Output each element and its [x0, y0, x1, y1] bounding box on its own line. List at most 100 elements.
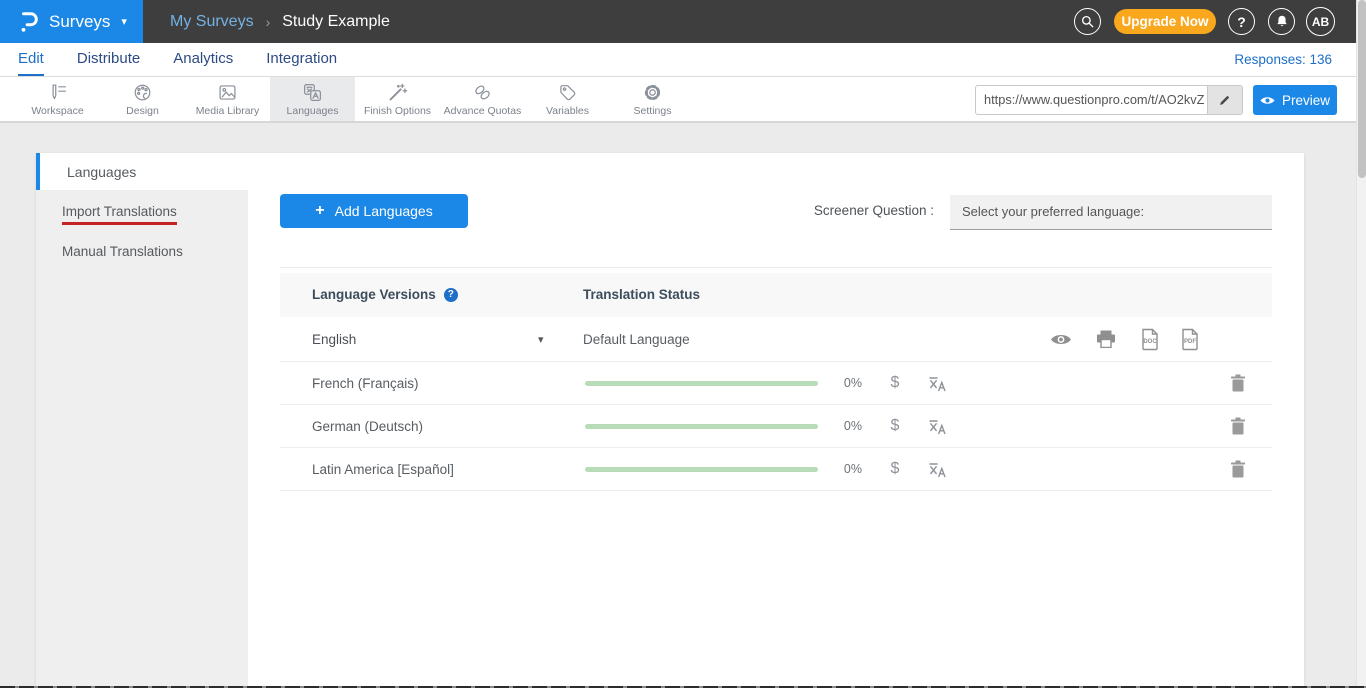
delete-language-button[interactable]	[1230, 362, 1248, 404]
svg-text:DOC: DOC	[1143, 339, 1157, 345]
sidebar-item-import-translations[interactable]: Import Translations	[62, 204, 177, 225]
pencil-icon	[1218, 93, 1232, 107]
toolbar-item-languages[interactable]: Languages	[270, 77, 355, 121]
breadcrumb: My Surveys › Study Example	[170, 0, 390, 43]
language-name: English	[312, 317, 356, 361]
paid-translation-icon[interactable]: $	[886, 448, 904, 490]
edit-url-button[interactable]	[1207, 86, 1242, 114]
questionpro-app: Surveys ▾ My Surveys › Study Example Upg…	[0, 0, 1366, 688]
tab-integration[interactable]: Integration	[266, 43, 337, 76]
sidebar-item-languages[interactable]: Languages	[36, 153, 248, 190]
table-row-default-language: English ▾ Default Language	[280, 317, 1272, 362]
avatar[interactable]: AB	[1306, 7, 1335, 36]
toolbar-label: Advance Quotas	[444, 105, 522, 117]
tab-distribute[interactable]: Distribute	[77, 43, 140, 76]
pdf-file-icon: PDF	[1180, 328, 1200, 351]
delete-language-button[interactable]	[1230, 448, 1248, 490]
add-languages-button[interactable]: + Add Languages	[280, 194, 468, 228]
download-pdf-button[interactable]: PDF	[1180, 317, 1200, 361]
translation-progress-bar	[585, 381, 818, 386]
paid-translation-icon[interactable]: $	[886, 405, 904, 447]
toolbar-label: Design	[126, 105, 159, 117]
language-name: German (Deutsch)	[312, 405, 423, 447]
delete-language-button[interactable]	[1230, 405, 1248, 447]
toolbar-item-media-library[interactable]: Media Library	[185, 77, 270, 121]
language-name: Latin America [Español]	[312, 448, 454, 490]
section-divider	[280, 267, 1272, 268]
column-language-versions: Language Versions	[312, 273, 436, 317]
preview-button[interactable]: Preview	[1253, 85, 1337, 115]
notifications-button[interactable]	[1268, 8, 1295, 35]
languages-panel: Languages Import Translations Manual Tra…	[36, 153, 1304, 688]
print-survey-button[interactable]	[1096, 317, 1116, 361]
sidebar-item-manual-translations[interactable]: Manual Translations	[62, 244, 183, 259]
responses-count[interactable]: Responses: 136	[1234, 43, 1332, 77]
chevron-down-icon[interactable]: ▾	[538, 317, 544, 361]
design-icon	[132, 82, 153, 103]
survey-url[interactable]: https://www.questionpro.com/t/AO2kvZ	[976, 86, 1207, 114]
download-doc-button[interactable]: DOC	[1140, 317, 1160, 361]
toolbar-item-settings[interactable]: Settings	[610, 77, 695, 121]
toolbar-item-finish-options[interactable]: Finish Options	[355, 77, 440, 121]
table-header: Language Versions ? Translation Status	[280, 273, 1272, 317]
preview-language-button[interactable]	[1050, 317, 1072, 361]
tab-edit[interactable]: Edit	[18, 43, 44, 76]
translate-icon[interactable]	[926, 362, 952, 404]
toolbar-label: Variables	[546, 105, 589, 117]
table-row-latin-america: Latin America [Español] 0% $	[280, 448, 1272, 491]
breadcrumb-current: Study Example	[282, 13, 390, 31]
translation-progress-value: 0%	[832, 362, 862, 404]
toolbar-item-workspace[interactable]: Workspace	[15, 77, 100, 121]
scrollbar-thumb[interactable]	[1358, 0, 1366, 178]
survey-url-box: https://www.questionpro.com/t/AO2kvZ	[975, 85, 1243, 115]
product-switcher[interactable]: Surveys ▾	[0, 0, 143, 43]
table-row-german: German (Deutsch) 0% $	[280, 405, 1272, 448]
translation-progress-bar	[585, 424, 818, 429]
translation-progress-value: 0%	[832, 448, 862, 490]
svg-text:PDF: PDF	[1184, 339, 1196, 345]
toolbar-label: Finish Options	[364, 105, 431, 117]
printer-icon	[1096, 330, 1116, 348]
language-name: French (Français)	[312, 362, 419, 404]
trash-icon	[1230, 374, 1246, 392]
plus-icon: +	[315, 202, 324, 220]
breadcrumb-separator-icon: ›	[266, 14, 271, 30]
edit-toolbar: Workspace Design	[0, 77, 1366, 123]
languages-main: + Add Languages Screener Question : Sele…	[248, 153, 1304, 688]
media-library-icon	[217, 82, 238, 103]
table-row-french: French (Français) 0% $	[280, 362, 1272, 405]
doc-file-icon: DOC	[1140, 328, 1160, 351]
search-button[interactable]	[1074, 8, 1101, 35]
advance-quotas-icon	[472, 82, 493, 103]
survey-nav: Edit Distribute Analytics Integration Re…	[0, 43, 1366, 77]
preview-label: Preview	[1282, 93, 1330, 108]
sidebar-header-label: Languages	[67, 164, 136, 180]
product-name: Surveys	[49, 12, 110, 32]
bell-icon	[1275, 14, 1289, 29]
toolbar-label: Languages	[287, 105, 339, 117]
toolbar-label: Media Library	[196, 105, 260, 117]
translate-icon[interactable]	[926, 448, 952, 490]
toolbar-item-advance-quotas[interactable]: Advance Quotas	[440, 77, 525, 121]
sidebar-body: Import Translations Manual Translations	[36, 190, 248, 688]
finish-options-icon	[387, 82, 408, 103]
trash-icon	[1230, 460, 1246, 478]
translate-icon[interactable]	[926, 405, 952, 447]
toolbar-label: Workspace	[31, 105, 83, 117]
toolbar-label: Settings	[634, 105, 672, 117]
settings-icon	[642, 82, 663, 103]
tab-analytics[interactable]: Analytics	[173, 43, 233, 76]
questionpro-logo	[18, 9, 40, 35]
page-scrollbar[interactable]	[1356, 0, 1366, 688]
screener-question-select[interactable]: Select your preferred language:	[950, 195, 1272, 230]
toolbar-item-design[interactable]: Design	[100, 77, 185, 121]
search-icon	[1080, 14, 1095, 29]
translation-progress-value: 0%	[832, 405, 862, 447]
help-button[interactable]: ?	[1228, 8, 1255, 35]
paid-translation-icon[interactable]: $	[886, 362, 904, 404]
breadcrumb-my-surveys[interactable]: My Surveys	[170, 13, 254, 31]
upgrade-now-button[interactable]: Upgrade Now	[1114, 9, 1216, 34]
toolbar-item-variables[interactable]: Variables	[525, 77, 610, 121]
topbar: Surveys ▾ My Surveys › Study Example Upg…	[0, 0, 1366, 43]
language-versions-help-icon[interactable]: ?	[444, 288, 458, 302]
